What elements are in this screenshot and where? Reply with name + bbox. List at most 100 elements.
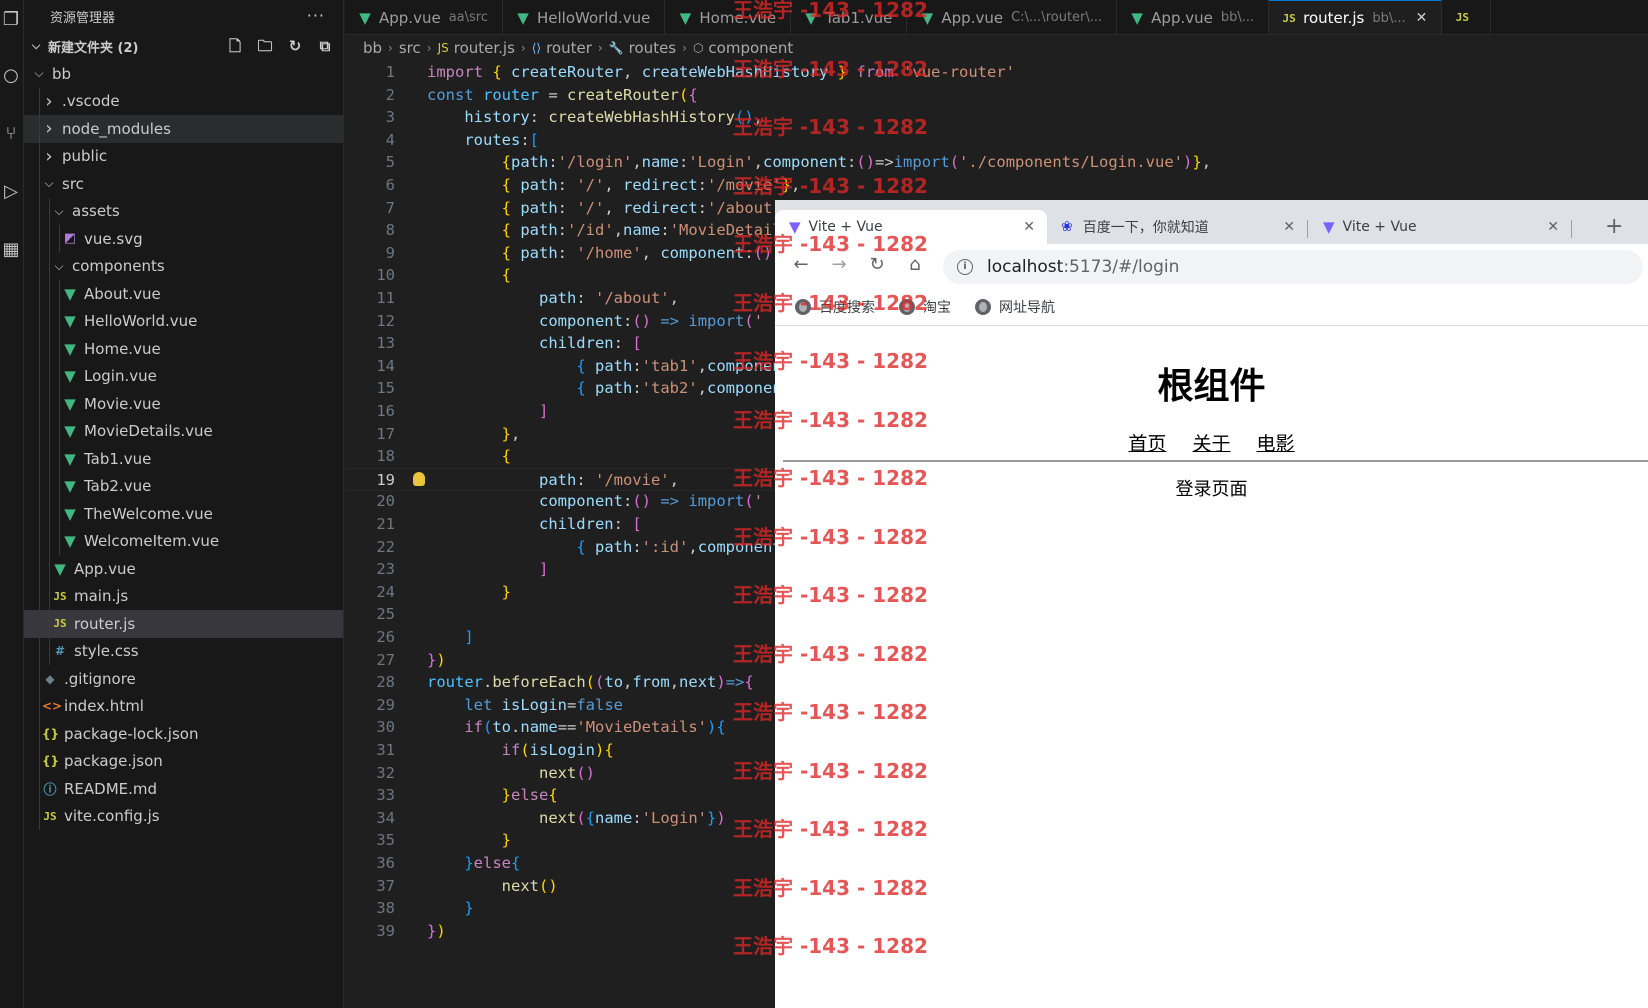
code-line[interactable]: 16 ] — [345, 400, 775, 423]
site-info-icon[interactable]: i — [957, 259, 973, 275]
close-icon[interactable]: ✕ — [1023, 219, 1035, 235]
code-editor[interactable]: 1 import { createRouter, createWebHashHis… — [345, 61, 1211, 1008]
editor-tab[interactable]: ▼ Tab1.vue — [791, 0, 908, 34]
extensions-icon[interactable]: ▦ — [0, 236, 22, 264]
tree-item-package-lock-json[interactable]: {} package-lock.json — [24, 720, 343, 748]
code-line[interactable]: 28 router.beforeEach((to,from,next)=>{ — [345, 671, 775, 694]
more-actions-icon[interactable]: ··· — [307, 6, 325, 25]
code-line[interactable]: 6 { path: '/', redirect:'/movie'}, — [345, 174, 801, 197]
forward-icon[interactable]: → — [827, 254, 851, 275]
editor-tab[interactable]: ▼ HelloWorld.vue — [503, 0, 666, 34]
nav-link-movie[interactable]: 电影 — [1257, 433, 1295, 455]
explorer-icon[interactable]: ❐ — [0, 6, 22, 34]
lightbulb-icon[interactable] — [413, 471, 425, 486]
code-line[interactable]: 34 next({name:'Login'}) — [345, 807, 775, 830]
code-line[interactable]: 37 next() — [345, 875, 775, 898]
new-tab-icon[interactable]: + — [1605, 214, 1623, 239]
tree-item-moviedetails-vue[interactable]: ▼ MovieDetails.vue — [24, 417, 343, 445]
code-line[interactable]: 17 }, — [345, 423, 775, 446]
code-line[interactable]: 36 }else{ — [345, 852, 775, 875]
code-line[interactable]: 1 import { createRouter, createWebHashHis… — [345, 61, 1015, 84]
tree-item-readme-md[interactable]: ⓘ README.md — [24, 775, 343, 803]
code-line[interactable]: 32 next() — [345, 762, 775, 785]
nav-link-about[interactable]: 关于 — [1192, 433, 1230, 455]
tree-item-login-vue[interactable]: ▼ Login.vue — [24, 362, 343, 390]
tree-item-gitignore[interactable]: ◆ .gitignore — [24, 665, 343, 693]
code-line[interactable]: 35 } — [345, 829, 775, 852]
tree-item-node-modules[interactable]: › node_modules — [24, 115, 343, 143]
tree-item-package-json[interactable]: {} package.json — [24, 747, 343, 775]
editor-tab[interactable]: ▼ App.vue C:\...\router\... — [907, 0, 1118, 34]
back-icon[interactable]: ← — [789, 254, 813, 275]
editor-tab[interactable]: JS — [1442, 0, 1492, 34]
editor-tab[interactable]: ▼ App.vue aa\src — [345, 0, 503, 34]
code-line[interactable]: 4 routes:[ — [345, 129, 775, 152]
close-icon[interactable]: ✕ — [1547, 219, 1559, 235]
tree-item-vscode[interactable]: › .vscode — [24, 87, 343, 115]
code-line[interactable]: 11 path: '/about', — [345, 287, 775, 310]
tree-item-index-html[interactable]: <> index.html — [24, 692, 343, 720]
code-line[interactable]: 3 history: createWebHashHistory(), — [345, 106, 775, 129]
code-line[interactable]: 20 component:() => import(' — [345, 490, 775, 513]
tree-item-router-js[interactable]: JS router.js — [24, 610, 343, 638]
browser-tab[interactable]: ▼ Vite + Vue ✕ — [1309, 210, 1571, 244]
close-icon[interactable]: ✕ — [1283, 219, 1295, 235]
browser-tab[interactable]: ❀ 百度一下，你就知道 ✕ — [1047, 210, 1307, 244]
bookmark-item[interactable]: 百度搜索 — [795, 297, 875, 317]
tree-item-assets[interactable]: ⌵ assets — [24, 197, 343, 225]
code-line[interactable]: 7 { path: '/', redirect:'/about' — [345, 197, 782, 220]
new-file-icon[interactable]: 🗋 — [225, 36, 245, 56]
code-line[interactable]: 26 ] — [345, 626, 775, 649]
tree-item-about-vue[interactable]: ▼ About.vue — [24, 280, 343, 308]
run-debug-icon[interactable]: ▷ — [0, 178, 22, 206]
code-line[interactable]: 5 {path:'/login',name:'Login',component:… — [345, 151, 1211, 174]
tree-item-home-vue[interactable]: ▼ Home.vue — [24, 335, 343, 363]
new-folder-icon[interactable]: 🗀 — [255, 36, 275, 56]
tree-item-thewelcome-vue[interactable]: ▼ TheWelcome.vue — [24, 500, 343, 528]
code-line[interactable]: 24 } — [345, 581, 775, 604]
tree-item-helloworld-vue[interactable]: ▼ HelloWorld.vue — [24, 307, 343, 335]
tree-item-app-vue[interactable]: ▼ App.vue — [24, 555, 343, 583]
workspace-folder-header[interactable]: ⌵ 新建文件夹 (2) 🗋 🗀 ↻ ⧉ — [24, 32, 343, 60]
code-line[interactable]: 15 { path:'tab2',component — [345, 377, 791, 400]
reload-icon[interactable]: ↻ — [865, 254, 889, 275]
tree-item-movie-vue[interactable]: ▼ Movie.vue — [24, 390, 343, 418]
code-line[interactable]: 8 { path:'/id',name:'MovieDetails' — [345, 219, 801, 242]
editor-tab[interactable]: ▼ Home.vue — [665, 0, 792, 34]
collapse-all-icon[interactable]: ⧉ — [315, 36, 335, 56]
address-bar[interactable]: i localhost:5173/#/login — [943, 250, 1643, 284]
code-line[interactable]: 14 { path:'tab1',component — [345, 355, 791, 378]
bookmark-item[interactable]: 网址导航 — [975, 297, 1055, 317]
code-line[interactable]: 38 } — [345, 897, 775, 920]
code-line[interactable]: 19 path: '/movie', — [345, 467, 775, 491]
code-line[interactable]: 25 — [345, 603, 775, 626]
bookmark-item[interactable]: 淘宝 — [899, 297, 951, 317]
tree-item-vite-config-js[interactable]: JS vite.config.js — [24, 802, 343, 830]
code-line[interactable]: 13 children: [ — [345, 332, 775, 355]
source-control-icon[interactable]: ⑂ — [0, 120, 22, 148]
refresh-icon[interactable]: ↻ — [285, 36, 305, 56]
breadcrumb-item[interactable]: src — [399, 39, 421, 57]
code-line[interactable]: 27}) — [345, 649, 775, 672]
code-line[interactable]: 29 let isLogin=false — [345, 694, 775, 717]
breadcrumb-item[interactable]: router — [546, 39, 592, 57]
editor-tab[interactable]: JS router.js bb\... ✕ — [1269, 0, 1443, 34]
tree-item-welcomeitem-vue[interactable]: ▼ WelcomeItem.vue — [24, 527, 343, 555]
search-icon[interactable]: ○ — [0, 62, 22, 90]
code-line[interactable]: 30 if(to.name=='MovieDetails'){ — [345, 716, 775, 739]
tree-item-style-css[interactable]: # style.css — [24, 637, 343, 665]
breadcrumb-item[interactable]: router.js — [454, 39, 515, 57]
nav-link-home[interactable]: 首页 — [1128, 433, 1166, 455]
home-icon[interactable]: ⌂ — [903, 254, 927, 275]
code-line[interactable]: 21 children: [ — [345, 513, 775, 536]
breadcrumb-item[interactable]: bb — [363, 39, 382, 57]
tree-item-public[interactable]: › public — [24, 142, 343, 170]
code-line[interactable]: 23 ] — [345, 558, 775, 581]
tree-item-tab2-vue[interactable]: ▼ Tab2.vue — [24, 472, 343, 500]
close-icon[interactable]: ✕ — [1416, 10, 1428, 26]
editor-tab[interactable]: ▼ App.vue bb\... — [1117, 0, 1270, 34]
tree-item-main-js[interactable]: JS main.js — [24, 582, 343, 610]
code-line[interactable]: 39}) — [345, 920, 775, 943]
tree-item-bb[interactable]: ⌵ bb — [24, 60, 343, 88]
tree-item-src[interactable]: ⌵ src — [24, 170, 343, 198]
